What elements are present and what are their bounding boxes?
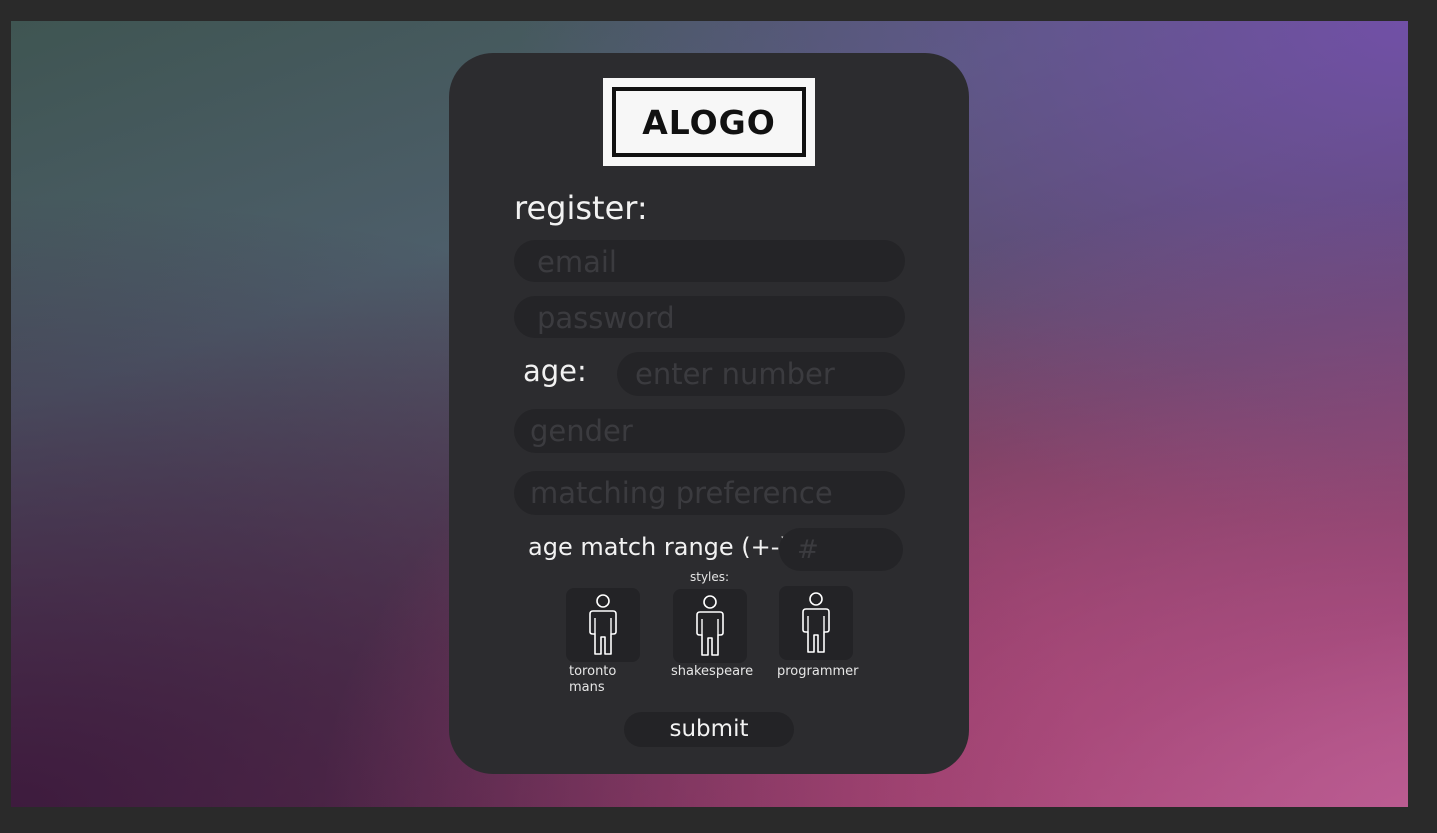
person-icon [589,594,617,655]
style-button-toronto-mans[interactable] [566,588,640,662]
submit-button[interactable]: submit [624,712,794,747]
style-label-toronto-mans: toronto mans [569,664,617,695]
age-range-field[interactable]: # [779,528,903,571]
style-button-programmer[interactable] [779,586,853,660]
form-heading: register: [514,189,648,227]
logo-text: ALOGO [612,87,806,157]
person-icon [802,592,830,653]
style-label-shakespeare: shakespeare [671,664,754,679]
matching-preference-field[interactable]: matching preference [514,471,905,515]
logo: ALOGO [603,78,815,166]
person-icon [696,595,724,656]
age-label: age: [523,354,587,388]
age-field[interactable]: enter number [617,352,905,396]
password-field[interactable]: password [514,296,905,338]
style-label-programmer: programmer [777,664,859,679]
gender-field[interactable]: gender [514,409,905,453]
email-field[interactable]: email [514,240,905,282]
styles-label: styles: [690,570,730,584]
style-button-shakespeare[interactable] [673,589,747,663]
age-range-label: age match range (+-): [528,533,797,561]
